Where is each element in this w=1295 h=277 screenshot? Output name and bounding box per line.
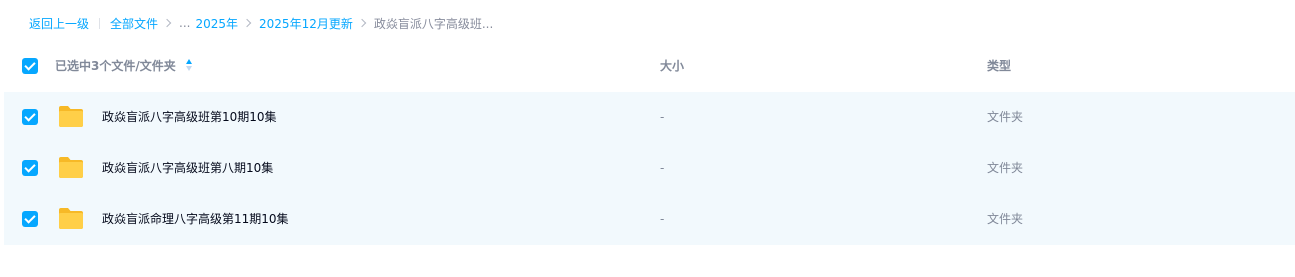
file-type: 文件夹 (987, 212, 1024, 226)
select-all-checkbox[interactable] (22, 58, 38, 74)
table-row[interactable]: 政焱盲派八字高级班第10期10集 - 文件夹 (4, 92, 1295, 143)
column-header-type[interactable]: 类型 (987, 58, 1011, 74)
folder-icon (59, 106, 83, 127)
file-size: - (660, 212, 665, 226)
chevron-right-icon (242, 18, 252, 28)
file-name[interactable]: 政焱盲派命理八字高级第11期10集 (102, 211, 289, 227)
table-row[interactable]: 政焱盲派八字高级班第八期10集 - 文件夹 (4, 143, 1295, 194)
chevron-right-icon (162, 18, 172, 28)
breadcrumb-ellipsis[interactable]: ... (179, 16, 190, 30)
file-size: - (660, 110, 665, 124)
breadcrumb-all-files[interactable]: 全部文件 (110, 15, 158, 32)
file-browser: 返回上一级 全部文件 ... 2025年 2025年12月更新 政焱盲派八字高级… (0, 0, 1295, 277)
back-link[interactable]: 返回上一级 (29, 15, 89, 32)
folder-icon (59, 208, 83, 229)
sort-up-arrow-icon (186, 59, 192, 64)
breadcrumb-divider (99, 17, 101, 29)
file-type: 文件夹 (987, 110, 1024, 124)
row-checkbox[interactable] (22, 109, 38, 125)
selection-count-label: 已选中3个文件/文件夹 (55, 59, 176, 73)
table-header: 已选中3个文件/文件夹 大小 类型 (0, 48, 1295, 84)
file-name[interactable]: 政焱盲派八字高级班第10期10集 (102, 109, 277, 125)
file-list: 政焱盲派八字高级班第10期10集 - 文件夹 政焱盲派八字高级班第八期10集 -… (4, 92, 1295, 245)
column-header-size[interactable]: 大小 (660, 58, 684, 74)
chevron-right-icon (357, 18, 367, 28)
sort-down-arrow-icon (186, 66, 192, 71)
file-name[interactable]: 政焱盲派八字高级班第八期10集 (102, 160, 273, 176)
row-checkbox[interactable] (22, 211, 38, 227)
sort-icon[interactable] (185, 59, 193, 72)
row-checkbox[interactable] (22, 160, 38, 176)
folder-icon (59, 157, 83, 178)
breadcrumb-current: 政焱盲派八字高级班... (373, 16, 494, 31)
breadcrumb-item-2025-12[interactable]: 2025年12月更新 (259, 15, 353, 32)
breadcrumb: 返回上一级 全部文件 ... 2025年 2025年12月更新 政焱盲派八字高级… (29, 14, 493, 32)
breadcrumb-item-2025[interactable]: 2025年 (195, 15, 238, 32)
table-row[interactable]: 政焱盲派命理八字高级第11期10集 - 文件夹 (4, 194, 1295, 245)
file-size: - (660, 161, 665, 175)
file-type: 文件夹 (987, 161, 1024, 175)
